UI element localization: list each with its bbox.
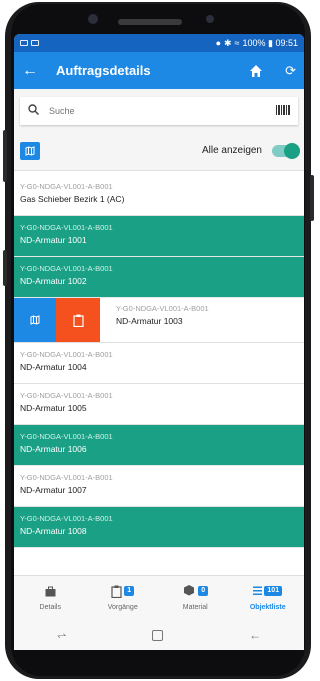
- list-item[interactable]: Y-G0-NDGA-VL001-A-B001 ND-Armatur 1001: [14, 216, 304, 257]
- item-code: Y-G0-NDGA-VL001-A-B001: [116, 304, 209, 313]
- location-icon: ●: [215, 38, 221, 48]
- bixby-button: [3, 250, 7, 286]
- item-name: ND-Armatur 1006: [20, 444, 87, 454]
- item-code: Y-G0-NDGA-VL001-A-B001: [20, 223, 113, 232]
- app-bar: ← Auftragsdetails ⟳: [14, 52, 304, 89]
- speaker-grille: [118, 19, 182, 25]
- system-nav-bar: ⥋ ←: [14, 620, 304, 650]
- search-icon: [28, 104, 40, 118]
- notification-icons: [20, 40, 39, 46]
- back-icon[interactable]: ←: [249, 628, 261, 642]
- clipboard-icon: [72, 314, 84, 327]
- search-box: [20, 97, 298, 125]
- badge: 101: [264, 586, 283, 596]
- object-list: Y-G0-NDGA-VL001-A-B001 Gas Schieber Bezir…: [14, 175, 304, 548]
- item-name: Gas Schieber Bezirk 1 (AC): [20, 194, 125, 204]
- sensor: [206, 15, 214, 23]
- image-icon: [31, 40, 39, 46]
- item-code: Y-G0-NDGA-VL001-A-B001: [20, 350, 113, 359]
- volume-button: [3, 130, 7, 182]
- sync-icon[interactable]: ⟳: [285, 63, 296, 79]
- map-button[interactable]: [20, 141, 40, 160]
- list-item[interactable]: Y-G0-NDGA-VL001-A-B001 ND-Armatur 1005: [14, 384, 304, 425]
- page-title: Auftragsdetails: [56, 63, 151, 78]
- show-all-toggle[interactable]: [272, 142, 300, 159]
- screen: ● ✱ ≈ 100% ▮ 09:51 ← Auftragsdetails ⟳ S…: [14, 34, 304, 650]
- phone-frame: ● ✱ ≈ 100% ▮ 09:51 ← Auftragsdetails ⟳ S…: [0, 0, 316, 681]
- bottom-nav: Details 1 Vorgänge 0 Material 101 Objekt…: [14, 575, 304, 620]
- front-camera: [88, 14, 98, 24]
- item-code: Y-G0-NDGA-VL001-A-B001: [20, 182, 113, 191]
- item-name: ND-Armatur 1001: [20, 235, 87, 245]
- badge: 0: [198, 586, 209, 596]
- search-input[interactable]: [49, 106, 229, 116]
- badge: 1: [124, 586, 135, 596]
- tab-label: Objektliste: [249, 604, 286, 611]
- barcode-scan-icon[interactable]: [276, 105, 290, 117]
- list-item[interactable]: Y-G0-NDGA-VL001-A-B001 Gas Schieber Bezir…: [14, 175, 304, 216]
- tab-label: Material: [182, 604, 208, 611]
- tab-objektliste[interactable]: 101 Objektliste: [232, 576, 305, 620]
- status-text: 100% ▮ 09:51: [242, 37, 299, 48]
- map-icon: [25, 145, 35, 156]
- list-item[interactable]: Y-G0-NDGA-VL001-A-B001 ND-Armatur 1002: [14, 257, 304, 298]
- item-name: ND-Armatur 1007: [20, 485, 87, 495]
- list-item[interactable]: Y-G0-NDGA-VL001-A-B001 ND-Armatur 1007: [14, 466, 304, 507]
- tab-vorgaenge[interactable]: 1 Vorgänge: [87, 576, 160, 620]
- item-code: Y-G0-NDGA-VL001-A-B001: [20, 264, 113, 273]
- search-area: [14, 89, 304, 131]
- home-square-icon[interactable]: [152, 629, 164, 641]
- item-name: ND-Armatur 1008: [20, 526, 87, 536]
- status-right: ● ✱ ≈ 100% ▮ 09:51: [216, 38, 298, 49]
- item-code: Y-G0-NDGA-VL001-A-B001: [20, 432, 113, 441]
- list-item-text: Y-G0-NDGA-VL001-A-B001 ND-Armatur 1003: [100, 298, 209, 342]
- tab-label: Details: [39, 604, 61, 611]
- item-code: Y-G0-NDGA-VL001-A-B001: [20, 514, 113, 523]
- list-icon: [253, 586, 263, 595]
- back-arrow-icon[interactable]: ←: [22, 62, 42, 80]
- status-bar: ● ✱ ≈ 100% ▮ 09:51: [14, 34, 304, 52]
- tab-material[interactable]: 0 Material: [159, 576, 232, 620]
- clipboard-action-button[interactable]: [56, 298, 100, 342]
- list-item[interactable]: Y-G0-NDGA-VL001-A-B001 ND-Armatur 1008: [14, 507, 304, 548]
- item-code: Y-G0-NDGA-VL001-A-B001: [20, 391, 113, 400]
- item-code: Y-G0-NDGA-VL001-A-B001: [20, 473, 113, 482]
- recent-apps-icon[interactable]: ⥋: [57, 628, 67, 643]
- filter-bar: Alle anzeigen: [14, 131, 304, 171]
- clipboard-icon: [111, 585, 122, 598]
- item-name: ND-Armatur 1002: [20, 276, 87, 286]
- map-action-button[interactable]: [14, 298, 56, 342]
- show-all-label: Alle anzeigen: [201, 145, 262, 156]
- briefcase-icon: [45, 586, 56, 596]
- bluetooth-icon: ✱: [224, 37, 232, 48]
- toggle-knob: [284, 142, 300, 159]
- home-icon[interactable]: [249, 64, 263, 78]
- item-name: ND-Armatur 1003: [116, 316, 183, 326]
- tab-label: Vorgänge: [107, 604, 138, 611]
- tab-details[interactable]: Details: [14, 576, 87, 620]
- map-icon: [30, 315, 40, 325]
- gallery-icon: [20, 40, 28, 46]
- cubes-icon: [184, 585, 195, 596]
- list-item[interactable]: Y-G0-NDGA-VL001-A-B001 ND-Armatur 1003: [14, 298, 304, 343]
- item-name: ND-Armatur 1005: [20, 403, 87, 413]
- power-button: [310, 175, 314, 221]
- list-item[interactable]: Y-G0-NDGA-VL001-A-B001 ND-Armatur 1006: [14, 425, 304, 466]
- item-name: ND-Armatur 1004: [20, 362, 87, 372]
- list-item[interactable]: Y-G0-NDGA-VL001-A-B001 ND-Armatur 1004: [14, 343, 304, 384]
- wifi-signal-icon: ≈: [234, 38, 240, 48]
